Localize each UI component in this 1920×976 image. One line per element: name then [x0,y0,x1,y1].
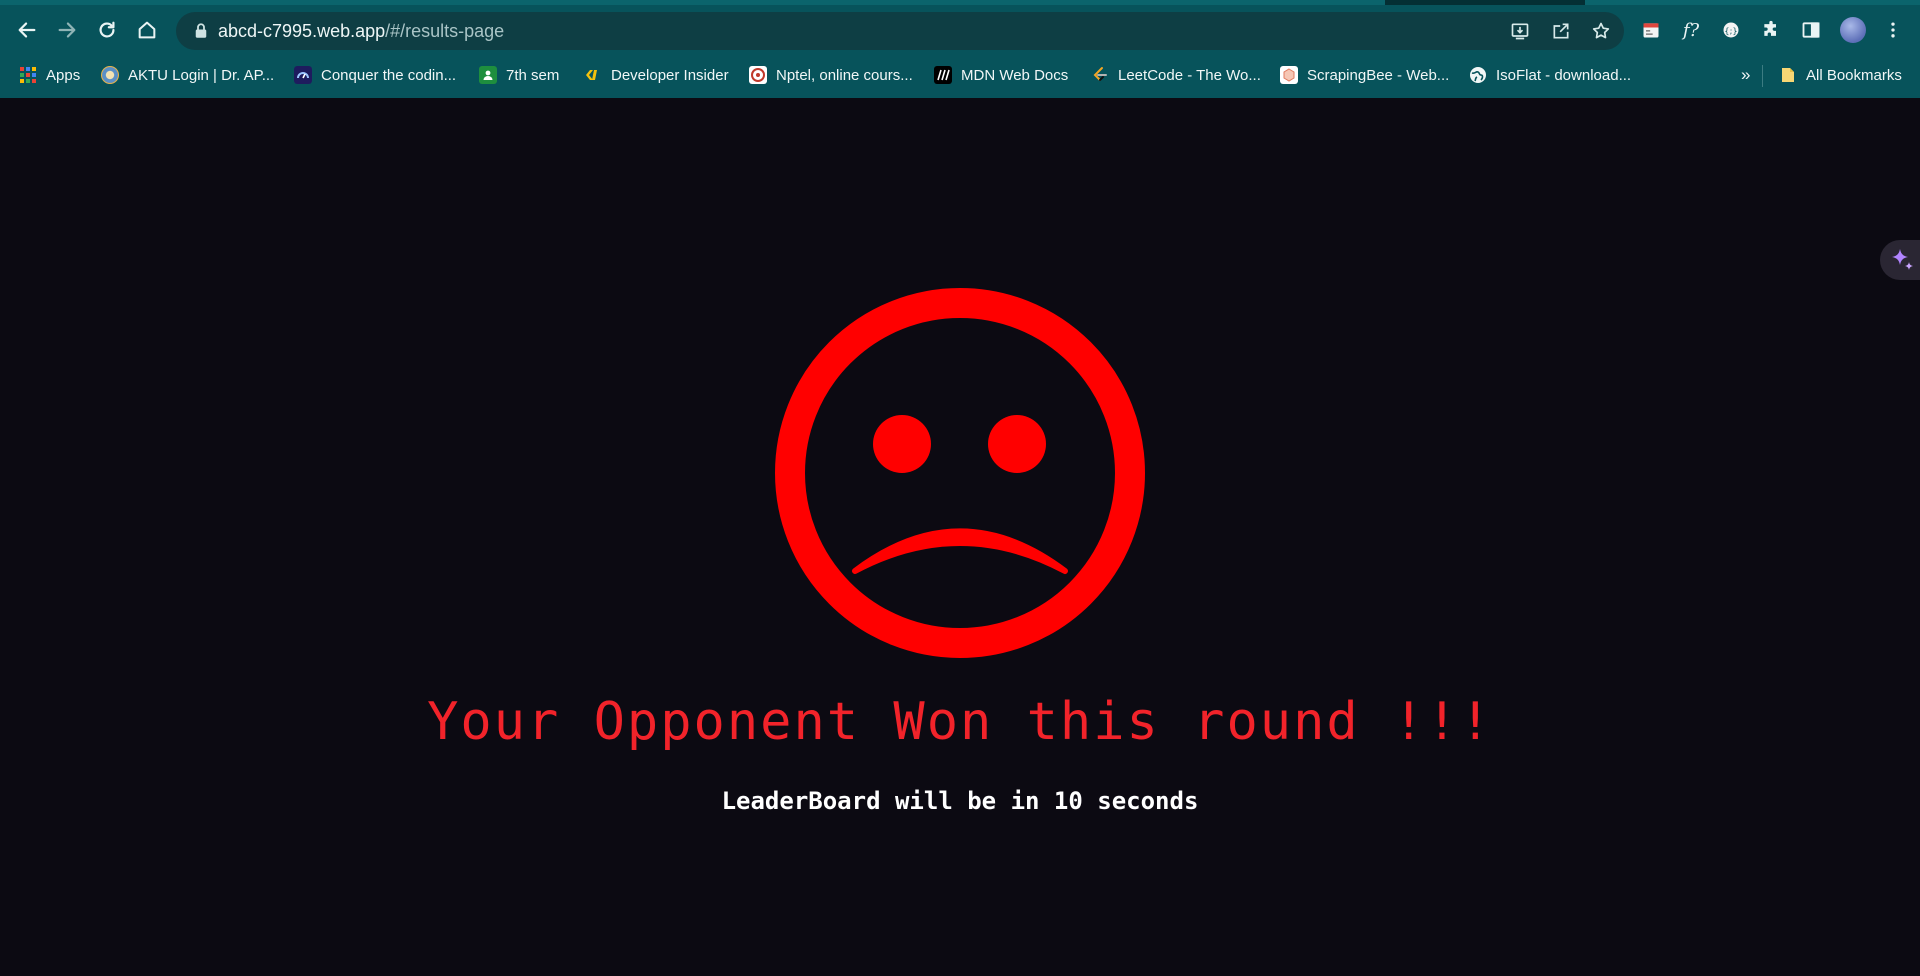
star-icon [1592,22,1610,39]
bookmark-label: Conquer the codin... [321,66,457,84]
url-text[interactable]: abcd-c7995.web.app/#/results-page [218,21,504,42]
avatar [1840,17,1866,43]
ai-assistant-button[interactable] [1880,240,1920,280]
bookmark-label: Nptel, online cours... [776,66,913,84]
sad-face-icon [775,288,1145,658]
bookmark-conquer-coding[interactable]: Conquer the codin... [294,63,456,87]
bookmark-leetcode[interactable]: LeetCode - The Wo... [1091,63,1261,87]
tab-active-indicator[interactable] [0,0,1385,5]
puzzle-icon [1764,20,1776,36]
nptel-favicon [749,66,767,84]
side-panel-icon [1802,22,1820,38]
url-path: /#/results-page [385,21,505,41]
classroom-favicon [479,66,497,84]
bookmark-label: AKTU Login | Dr. AP... [128,66,275,84]
reload-button[interactable] [89,12,125,48]
browser-toolbar: abcd-c7995.web.app/#/results-page f? {;} [0,10,1920,52]
left-eye [873,415,931,473]
lock-icon[interactable] [192,22,210,40]
url-host: abcd-c7995.web.app [218,21,386,41]
install-app-button[interactable] [1508,19,1532,43]
share-icon [1553,23,1569,39]
extension-circle-icon: {;} [1723,22,1739,38]
bookmark-scrapingbee[interactable]: ScrapingBee - Web... [1280,63,1449,87]
bookmark-label: MDN Web Docs [961,66,1069,84]
install-icon [1511,23,1529,40]
browser-menu-button[interactable] [1876,13,1910,47]
formula-icon: f? [1682,19,1700,41]
leetcode-favicon [1093,67,1107,81]
bookmark-label: 7th sem [506,66,560,84]
leaderboard-countdown: LeaderBoard will be in 10 seconds [721,787,1199,815]
result-headline: Your Opponent Won this round !!! [427,692,1493,752]
bookmarks-divider [1762,65,1763,87]
arrow-left-icon [18,22,36,38]
bookmark-label: Developer Insider [611,66,729,84]
share-button[interactable] [1549,19,1573,43]
developer-insider-favicon [586,70,597,80]
tab-strip [0,0,1920,5]
svg-text:{;}: {;} [1724,25,1737,35]
kebab-menu-icon [1891,22,1895,38]
extension-formula-button[interactable]: f? [1674,13,1708,47]
extensions-button[interactable] [1754,13,1788,47]
browser-chrome: abcd-c7995.web.app/#/results-page f? {;} [0,0,1920,98]
bookmarks-bar: Apps AKTU Login | Dr. AP... Conquer the … [0,60,1920,90]
sparkle-icon [1892,249,1913,270]
bookmark-apps[interactable]: Apps [19,63,80,87]
bookmark-developer-insider[interactable]: Developer Insider [584,63,729,87]
arrow-right-icon [58,22,76,38]
folder-icon [1782,68,1794,82]
bookmark-nptel[interactable]: Nptel, online cours... [749,63,913,87]
bookmark-isoflat[interactable]: IsoFlat - download... [1469,63,1631,87]
frown-mouth [852,528,1068,574]
extension-circle-button[interactable]: {;} [1714,13,1748,47]
calendar-icon [1643,23,1659,38]
all-bookmarks-label: All Bookmarks [1806,66,1902,84]
bookmark-label: IsoFlat - download... [1496,66,1632,84]
home-button[interactable] [129,12,165,48]
right-eye [988,415,1046,473]
globe-icon [1470,67,1486,83]
forward-button[interactable] [49,12,85,48]
bookmark-label: Apps [46,66,81,84]
bookmarks-overflow-button[interactable]: » [1741,63,1750,87]
all-bookmarks-button[interactable]: All Bookmarks [1779,63,1902,87]
back-button[interactable] [9,12,45,48]
bookmark-7th-sem[interactable]: 7th sem [479,63,559,87]
aktu-favicon [101,66,119,84]
apps-grid-icon [20,67,36,83]
address-bar[interactable]: abcd-c7995.web.app/#/results-page [176,12,1624,50]
codin-favicon [294,66,312,84]
bookmark-star-button[interactable] [1589,19,1613,43]
overflow-label: » [1741,65,1751,84]
reload-icon [99,21,115,38]
scrapingbee-favicon [1280,66,1298,84]
face-outline [775,288,1145,658]
mdn-favicon [934,66,952,84]
tab-inactive-indicator[interactable] [1585,0,1920,5]
bookmark-label: LeetCode - The Wo... [1118,66,1261,84]
home-icon [138,21,156,39]
side-panel-button[interactable] [1794,13,1828,47]
profile-button[interactable] [1836,13,1870,47]
extension-calendar-button[interactable] [1634,13,1668,47]
bookmark-label: ScrapingBee - Web... [1307,66,1450,84]
bookmark-aktu-login[interactable]: AKTU Login | Dr. AP... [101,63,274,87]
bookmark-mdn[interactable]: MDN Web Docs [934,63,1068,87]
